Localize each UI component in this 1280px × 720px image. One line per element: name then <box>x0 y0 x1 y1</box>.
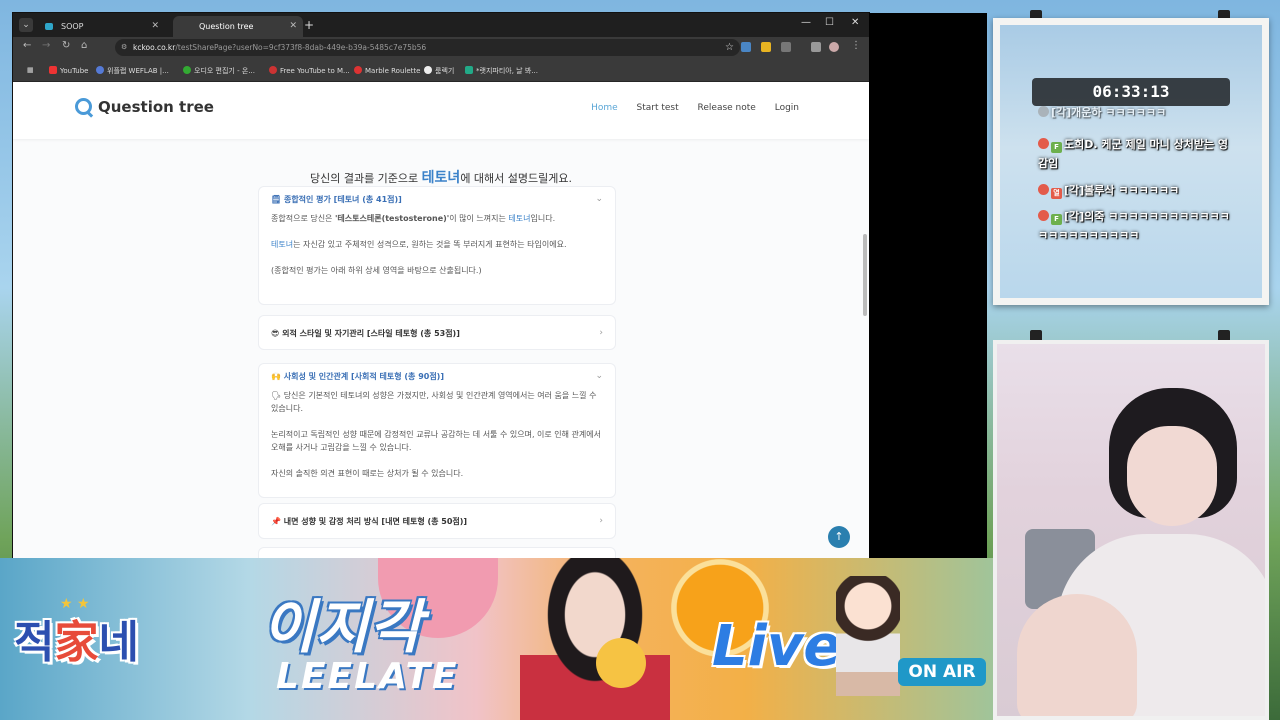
apps-grid-icon[interactable]: ▦ <box>27 66 34 74</box>
chevron-right-icon[interactable]: › <box>599 504 603 539</box>
accordion-style[interactable]: 😎 외적 스타일 및 자기관리 [스타일 테토형 (총 53점)] › <box>258 315 616 350</box>
streamer-name-ko: 이지각 <box>262 593 423 661</box>
url-site: kckoo.co.kr <box>133 43 176 52</box>
chat-message: F [각]의죽 ㅋㅋㅋㅋㅋㅋㅋㅋㅋㅋㅋㅋㅋㅋㅋㅋㅋㅋㅋㅋㅋㅋ <box>1038 210 1230 242</box>
accordion-header[interactable]: 📌 내면 성향 및 감정 처리 방식 [내면 테토형 (총 50점)] › <box>259 504 615 539</box>
on-air-badge: ON AIR <box>898 658 986 686</box>
tab-soop[interactable]: SOOP ✕ <box>35 16 165 37</box>
bookmark-item[interactable]: 위플랩 WEFLAB |... <box>96 66 169 76</box>
tab-label: SOOP <box>61 22 84 31</box>
accordion-social: 🙌 사회성 및 인간관계 [사회적 테토형 (총 90점)] ⌄ 🗣 당신은 기… <box>258 363 616 498</box>
browser-window: ⌄ SOOP ✕ Question tree ✕ + — ☐ ✕ ← → ↻ ⌂… <box>13 13 869 558</box>
chat-message: [각]개운하 ㅋㅋㅋㅋㅋㅋ <box>1038 103 1238 122</box>
avatar[interactable] <box>829 42 839 52</box>
nav-release-note[interactable]: Release note <box>698 103 756 113</box>
raised-hands-icon: 🙌 <box>271 372 281 381</box>
nav-login[interactable]: Login <box>775 103 799 113</box>
extension-icon[interactable] <box>741 42 751 52</box>
site-nav: Home Start test Release note Login <box>575 103 799 113</box>
close-tab-icon[interactable]: ✕ <box>289 16 297 37</box>
user-badge-icon <box>1038 210 1049 221</box>
bookmark-star-icon[interactable]: ☆ <box>725 39 734 56</box>
chevron-down-icon[interactable]: ⌄ <box>595 364 603 389</box>
user-badge-icon <box>1038 138 1049 149</box>
fan-badge-icon: F <box>1051 214 1062 225</box>
scrollbar-thumb[interactable] <box>863 234 867 316</box>
browser-toolbar: ← → ↻ ⌂ ⚙ kckoo.co.kr/testSharePage?user… <box>13 37 869 58</box>
accordion-overall: 🗒 종합적인 평가 [테토녀 (총 41점)] ⌄ 종합적으로 당신은 '테스토… <box>258 186 616 305</box>
result-title: 당신의 결과를 기준으로 테토녀에 대해서 설명드릴게요. <box>309 170 573 186</box>
bookmark-item[interactable]: 룸렉기 <box>424 66 454 76</box>
chibi-character-image <box>836 576 900 696</box>
user-badge-icon <box>1038 184 1049 195</box>
bookmark-item[interactable]: 오디오 편집기 - 온... <box>183 66 255 76</box>
stream-banner: ★ ★ 적家네 이지각 LEELATE Live ON AIR <box>0 558 993 720</box>
site-logo[interactable]: Question tree <box>75 98 214 116</box>
url-path: /testSharePage?userNo=9cf373f8-8dab-449e… <box>175 43 427 52</box>
scroll-to-top-button[interactable]: ↑ <box>828 526 850 548</box>
accordion-inner[interactable]: 📌 내면 성향 및 감정 처리 방식 [내면 테토형 (총 50점)] › <box>258 503 616 539</box>
sunglasses-icon: 😎 <box>271 329 280 338</box>
tab-search-button[interactable]: ⌄ <box>19 18 33 32</box>
channel-logo: 적家네 <box>14 617 139 668</box>
extension-icon[interactable] <box>761 42 771 52</box>
new-tab-button[interactable]: + <box>304 16 314 34</box>
chat-message: 열 [각]볼루삭 ㅋㅋㅋㅋㅋㅋ <box>1038 181 1238 200</box>
chat-overlay: 06:33:13 [각]개운하 ㅋㅋㅋㅋㅋㅋ F 도희D. 케군 제일 마니 상처… <box>993 18 1269 305</box>
streamer-face <box>1127 426 1217 526</box>
user-badge-icon <box>1038 106 1049 117</box>
address-bar[interactable]: ⚙ kckoo.co.kr/testSharePage?userNo=9cf37… <box>115 39 740 56</box>
accordion-body: 종합적으로 당신은 '테스토스테론(testosterone)'이 많이 느껴지… <box>271 214 567 275</box>
accordion-header[interactable]: 🙌 사회성 및 인간관계 [사회적 테토형 (총 90점)] ⌄ <box>259 364 615 389</box>
webcam-overlay <box>993 340 1269 720</box>
home-icon[interactable]: ⌂ <box>81 40 87 51</box>
tab-label: Question tree <box>199 22 254 31</box>
bookmark-item[interactable]: *랫지파티아, 날 봐... <box>465 66 538 76</box>
extensions-puzzle-icon[interactable] <box>781 42 791 52</box>
tab-question-tree[interactable]: Question tree ✕ <box>173 16 303 37</box>
bookmark-item[interactable]: YouTube <box>49 66 88 75</box>
accordion-header[interactable]: 🗒 종합적인 평가 [테토녀 (총 41점)] ⌄ <box>259 187 615 212</box>
chevron-down-icon[interactable]: ⌄ <box>595 187 603 212</box>
close-window-icon[interactable]: ✕ <box>851 17 859 28</box>
memo-icon: 🗒 <box>271 195 282 204</box>
site-header: Question tree Home Start test Release no… <box>13 82 869 139</box>
black-panel <box>869 13 987 558</box>
reload-icon[interactable]: ↻ <box>62 40 70 51</box>
stream-timer: 06:33:13 <box>1032 78 1230 106</box>
tab-bar: ⌄ SOOP ✕ Question tree ✕ + — ☐ ✕ <box>13 13 869 37</box>
fan-badge-icon: F <box>1051 142 1062 153</box>
minimize-icon[interactable]: — <box>801 17 811 28</box>
accordion-body: 🗣 당신은 기본적인 테토녀의 성향은 가졌지만, 사회성 및 인간관계 영역에… <box>271 391 601 478</box>
forward-icon[interactable]: → <box>42 40 50 51</box>
pin-icon: 📌 <box>271 517 281 526</box>
soop-favicon-icon <box>45 23 53 30</box>
accordion-next[interactable] <box>258 547 616 558</box>
page-viewport: Question tree Home Start test Release no… <box>13 82 869 558</box>
fan-badge-icon: 열 <box>1051 188 1062 199</box>
chevron-right-icon[interactable]: › <box>599 316 603 351</box>
back-icon[interactable]: ← <box>23 40 31 51</box>
nav-home[interactable]: Home <box>591 103 618 113</box>
streamer-name-en: LEELATE <box>276 656 459 697</box>
accordion-header[interactable]: 😎 외적 스타일 및 자기관리 [스타일 테토형 (총 53점)] › <box>259 316 615 351</box>
profile-sync-icon[interactable] <box>811 42 821 52</box>
bookmark-item[interactable]: Free YouTube to M... <box>269 66 350 75</box>
chat-message: F 도희D. 케군 제일 마니 상처받는 영감임 <box>1038 138 1229 170</box>
question-tree-logo-icon <box>75 98 92 115</box>
live-logo: Live <box>712 614 842 679</box>
maximize-icon[interactable]: ☐ <box>825 17 834 28</box>
nav-start-test[interactable]: Start test <box>637 103 679 113</box>
streamer-photo <box>520 558 670 720</box>
yellow-lollipop-image <box>596 638 646 688</box>
streamer-knee <box>1017 594 1137 716</box>
close-tab-icon[interactable]: ✕ <box>151 16 159 37</box>
bookmarks-bar: ▦ YouTube 위플랩 WEFLAB |... 오디오 편집기 - 온...… <box>13 58 869 82</box>
webcam-feed <box>997 344 1265 716</box>
bookmark-item[interactable]: Marble Roulette <box>354 66 420 75</box>
menu-kebab-icon[interactable]: ⋮ <box>851 40 861 51</box>
site-info-icon[interactable]: ⚙ <box>121 39 127 56</box>
